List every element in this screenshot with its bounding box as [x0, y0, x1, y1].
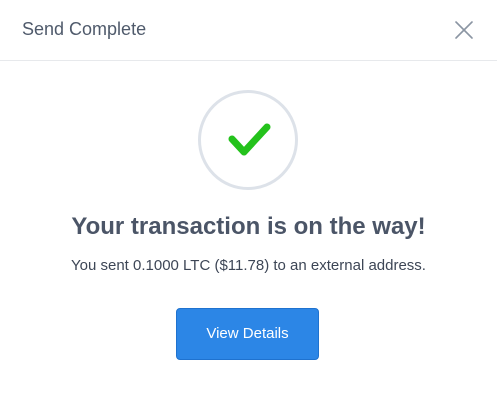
view-details-button[interactable]: View Details — [176, 308, 319, 360]
close-button[interactable] — [453, 19, 475, 41]
modal-header: Send Complete — [0, 0, 497, 61]
modal-title: Send Complete — [22, 19, 147, 39]
close-icon — [455, 21, 473, 39]
success-indicator — [198, 90, 298, 190]
transaction-summary: You sent 0.1000 LTC ($11.78) to an exter… — [71, 257, 426, 274]
checkmark-icon — [228, 123, 271, 156]
status-headline: Your transaction is on the way! — [71, 213, 426, 240]
send-complete-modal: Send Complete Your transaction is on the… — [0, 0, 497, 415]
